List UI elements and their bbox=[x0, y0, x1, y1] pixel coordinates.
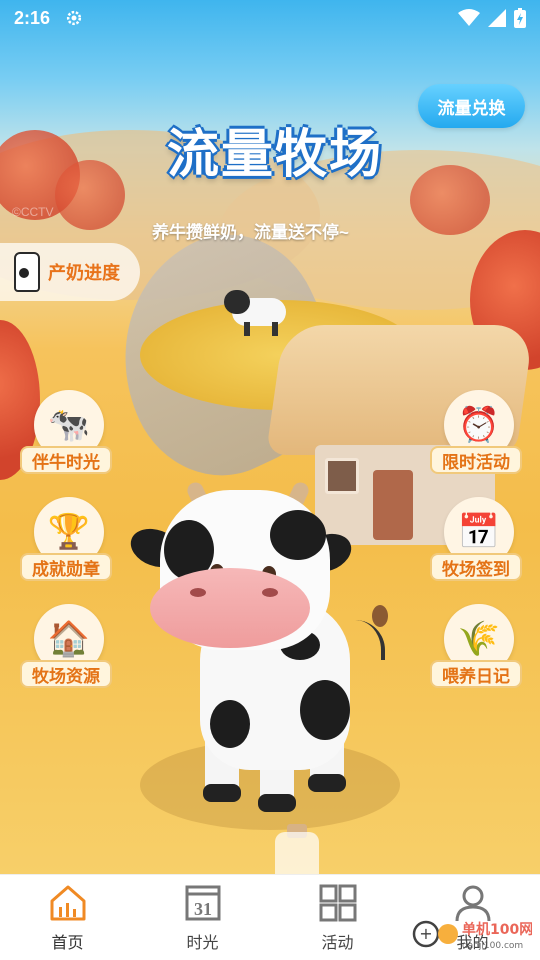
milk-progress-button[interactable]: 产奶进度 bbox=[0, 243, 140, 301]
calendar-day-number: 31 bbox=[194, 899, 212, 919]
nav-label: 时光 bbox=[186, 935, 219, 952]
action-label: 限时活动 bbox=[430, 446, 522, 474]
action-farm-checkin[interactable]: 📅 牧场签到 bbox=[430, 497, 526, 587]
nav-label: 活动 bbox=[321, 935, 354, 952]
action-label: 伴牛时光 bbox=[20, 446, 112, 474]
svg-text:+: + bbox=[419, 924, 432, 943]
watermark: ©CCTV bbox=[12, 205, 54, 219]
wifi-icon bbox=[458, 9, 480, 26]
action-label: 牧场签到 bbox=[430, 553, 522, 581]
milk-progress-label: 产奶进度 bbox=[48, 263, 120, 283]
battery-charging-icon bbox=[514, 8, 526, 28]
traffic-exchange-button[interactable]: 流量兑换 bbox=[418, 84, 525, 128]
logo-url: danji100.com bbox=[462, 941, 523, 951]
status-time: 2:16 bbox=[14, 8, 51, 28]
page-title: 流量牧场 bbox=[166, 126, 383, 184]
nav-label: 首页 bbox=[51, 935, 84, 952]
nav-item-home[interactable]: 首页 bbox=[0, 875, 135, 960]
milk-bottle-icon bbox=[14, 252, 40, 292]
small-cow-figure bbox=[222, 286, 288, 338]
action-label: 成就勋章 bbox=[20, 553, 112, 581]
action-label: 喂养日记 bbox=[430, 660, 522, 688]
nav-item-activity[interactable]: 活动 bbox=[270, 875, 405, 960]
milk-bottle bbox=[275, 832, 319, 874]
background-tree bbox=[410, 165, 490, 235]
action-limited-event[interactable]: ⏰ 限时活动 bbox=[430, 390, 526, 480]
action-label: 牧场资源 bbox=[20, 660, 112, 688]
page-subtitle: 养牛攒鲜奶，流量送不停~ bbox=[152, 223, 349, 242]
action-farm-resources[interactable]: 🏠 牧场资源 bbox=[20, 604, 116, 694]
logo-text: 单机100网 bbox=[462, 921, 532, 938]
calendar-icon: 31 bbox=[185, 885, 220, 921]
home-chart-icon bbox=[50, 885, 85, 921]
main-cow-character[interactable] bbox=[125, 479, 390, 812]
grid-icon bbox=[319, 884, 356, 922]
signal-icon bbox=[488, 9, 506, 27]
gear-icon bbox=[66, 10, 82, 26]
background-tree bbox=[55, 160, 125, 230]
status-bar: 2:16 bbox=[0, 0, 540, 36]
site-logo-watermark: + 单机100网 danji100.com bbox=[412, 920, 532, 951]
nav-item-time[interactable]: 31 时光 bbox=[135, 875, 270, 960]
action-achievement-medal[interactable]: 🏆 成就勋章 bbox=[20, 497, 116, 587]
action-feeding-diary[interactable]: 🌾 喂养日记 bbox=[430, 604, 526, 694]
action-cow-companion[interactable]: 🐄 伴牛时光 bbox=[20, 390, 116, 480]
